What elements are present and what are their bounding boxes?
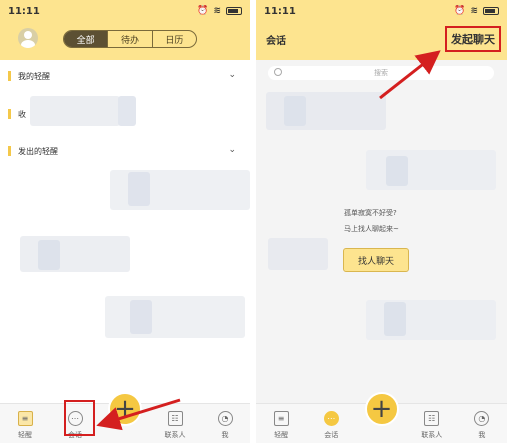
person-icon: ◔ [217, 411, 233, 426]
bottom-tab-bar: ≡ 轻醒 ⋯ 会话 + ☷ 联系人 ◔ 我 [0, 392, 250, 443]
search-input[interactable]: 搜索 [268, 66, 494, 80]
tab-contacts[interactable]: ☷ 联系人 [407, 404, 457, 443]
alarm-icon: ⏰ [454, 6, 466, 16]
search-placeholder: 搜索 [374, 69, 388, 77]
tab-label: 联系人 [421, 431, 443, 439]
start-chat-button[interactable]: 发起聊天 [445, 26, 501, 52]
annotation-box [64, 400, 95, 436]
chevron-down-icon[interactable]: ⌄ [228, 145, 236, 155]
section-marker [8, 109, 11, 119]
blurred-region [268, 238, 328, 270]
phone-reminders: 11:11 ⏰ ≋ 全部 待办 日历 我的轻醒 ⌄ 收 发出的轻醒 ⌄ ≡ 轻醒… [0, 0, 250, 443]
find-chat-button[interactable]: 找人聊天 [343, 248, 409, 272]
section-marker [8, 71, 11, 81]
tab-todo[interactable]: 待办 [108, 31, 153, 47]
blurred-region [30, 96, 120, 126]
tab-label: 轻醒 [274, 431, 289, 439]
tab-me[interactable]: ◔ 我 [200, 404, 250, 443]
tab-label: 联系人 [164, 431, 186, 439]
blurred-region [20, 236, 130, 272]
status-time: 11:11 [8, 5, 40, 17]
tab-label: 轻醒 [18, 431, 32, 439]
tab-add[interactable]: + [100, 392, 150, 443]
section-label: 发出的轻醒 [18, 146, 58, 156]
screenshot-stage: 11:11 ⏰ ≋ 全部 待办 日历 我的轻醒 ⌄ 收 发出的轻醒 ⌄ ≡ 轻醒… [0, 0, 507, 443]
battery-icon [226, 7, 242, 15]
filter-tabs: 全部 待办 日历 [63, 30, 197, 48]
contacts-icon: ☷ [167, 411, 183, 426]
blurred-region [384, 302, 406, 336]
add-button[interactable]: + [364, 392, 399, 426]
empty-state-line-2: 马上找人聊起来~ [344, 225, 399, 233]
contacts-icon: ☷ [424, 411, 440, 426]
alarm-icon: ⏰ [197, 6, 209, 16]
section-marker [8, 146, 11, 156]
page-title: 会话 [266, 36, 286, 47]
chevron-down-icon[interactable]: ⌄ [228, 70, 236, 80]
tab-label: 我 [478, 431, 486, 439]
tab-chats[interactable]: ⋯ 会话 [306, 404, 356, 443]
status-icons: ⏰ ≋ [454, 6, 499, 16]
blurred-region [386, 156, 408, 186]
status-bar: 11:11 ⏰ ≋ [256, 0, 507, 22]
section-sent-reminders[interactable]: 发出的轻醒 ⌄ [8, 143, 240, 159]
tab-label: 会话 [324, 431, 339, 439]
tab-me[interactable]: ◔ 我 [457, 404, 507, 443]
blurred-region [118, 96, 136, 126]
section-label: 我的轻醒 [18, 71, 50, 81]
wifi-icon: ≋ [470, 6, 478, 16]
tab-contacts[interactable]: ☷ 联系人 [150, 404, 200, 443]
reminders-header: 全部 待办 日历 [0, 22, 250, 60]
blurred-region [130, 300, 152, 334]
search-icon [274, 68, 282, 76]
status-icons: ⏰ ≋ [197, 6, 242, 16]
empty-state-line-1: 孤单寂寞不好受? [344, 209, 397, 217]
tab-reminders[interactable]: ≡ 轻醒 [256, 404, 306, 443]
list-icon: ≡ [17, 411, 33, 426]
tab-calendar[interactable]: 日历 [153, 31, 196, 47]
tab-add[interactable]: + [356, 392, 406, 443]
status-time: 11:11 [264, 5, 296, 17]
status-bar: 11:11 ⏰ ≋ [0, 0, 250, 22]
avatar[interactable] [18, 28, 38, 48]
blurred-region [38, 240, 60, 270]
add-button[interactable]: + [108, 392, 142, 426]
wifi-icon: ≋ [213, 6, 221, 16]
list-icon: ≡ [273, 411, 289, 426]
tab-all[interactable]: 全部 [64, 31, 109, 47]
blurred-region [284, 96, 306, 126]
section-my-reminders[interactable]: 我的轻醒 ⌄ [8, 68, 240, 84]
blurred-region [105, 296, 245, 338]
phone-chats: 11:11 ⏰ ≋ 会话 发起聊天 搜索 孤单寂寞不好受? 马上找人聊起来~ 找… [256, 0, 507, 443]
person-icon: ◔ [474, 411, 490, 426]
tab-label: 我 [221, 431, 229, 439]
blurred-region [128, 172, 150, 206]
section-label: 收 [18, 109, 26, 119]
bottom-tab-bar: ≡ 轻醒 ⋯ 会话 + ☷ 联系人 ◔ 我 [256, 392, 507, 443]
battery-icon [483, 7, 499, 15]
chats-header: 会话 发起聊天 [256, 22, 507, 60]
tab-reminders[interactable]: ≡ 轻醒 [0, 404, 50, 443]
chat-icon: ⋯ [323, 411, 339, 426]
